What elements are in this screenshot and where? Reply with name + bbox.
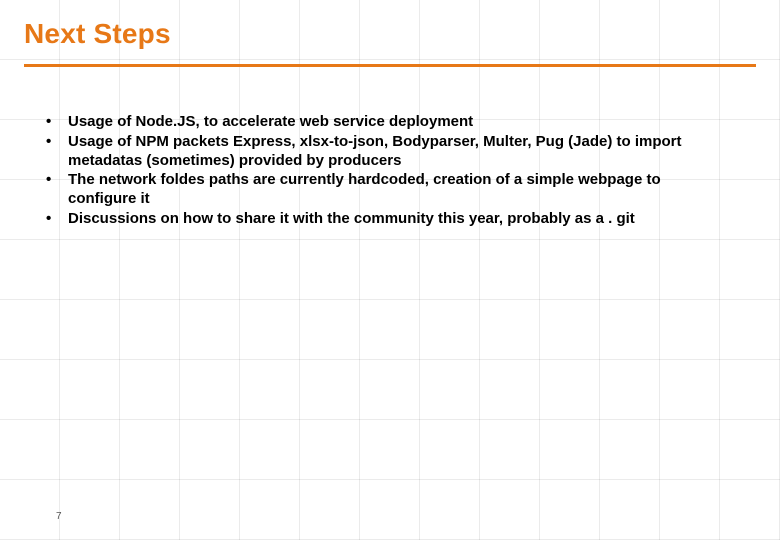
bullet-item: Usage of NPM packets Express, xlsx-to-js…: [46, 133, 686, 171]
slide: Next Steps Usage of Node.JS, to accelera…: [0, 0, 780, 540]
bullet-item: Discussions on how to share it with the …: [46, 210, 686, 229]
bullet-item: Usage of Node.JS, to accelerate web serv…: [46, 113, 686, 132]
title-underline: [24, 64, 756, 67]
bullet-item: The network foldes paths are currently h…: [46, 171, 686, 209]
slide-title: Next Steps: [24, 18, 756, 50]
slide-body: Usage of Node.JS, to accelerate web serv…: [24, 113, 756, 229]
bullet-list: Usage of Node.JS, to accelerate web serv…: [46, 113, 756, 229]
page-number: 7: [56, 511, 62, 522]
